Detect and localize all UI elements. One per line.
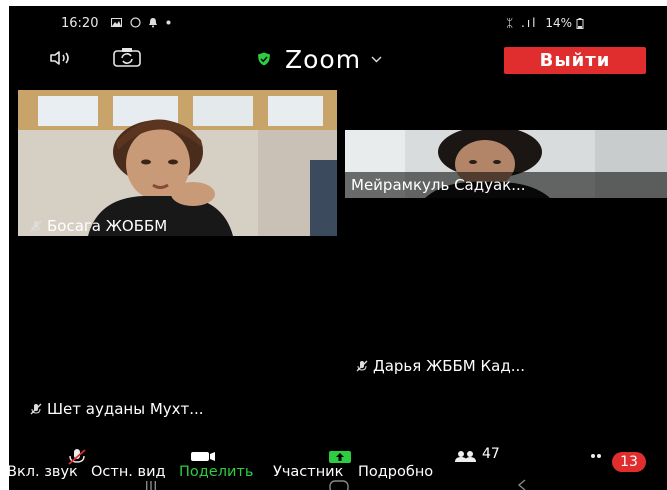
video-tile-1[interactable]: Босага ЖОББМ xyxy=(18,90,337,236)
app-title: Zoom xyxy=(285,44,362,74)
whatsapp-icon xyxy=(129,16,141,28)
participant-name: Босага ЖОББМ xyxy=(47,217,168,235)
gallery-icon xyxy=(111,17,122,27)
home-icon[interactable] xyxy=(329,480,349,490)
status-bar: 16:20 ᛯ .ıl 14% xyxy=(9,6,667,38)
participant-name: Мейрамкуль Садуак... xyxy=(351,176,526,194)
battery-level: 14% xyxy=(545,16,572,30)
participant-name-tag-3[interactable]: Дарья ЖББМ Кад... xyxy=(356,357,525,375)
battery-icon xyxy=(576,18,584,29)
zoom-meeting-screen: 16:20 ᛯ .ıl 14% Zoom Выйти Босага ЖОББМ … xyxy=(9,6,667,490)
back-icon[interactable] xyxy=(517,479,527,490)
participants-icon[interactable] xyxy=(453,449,479,463)
meeting-top-bar: Zoom Выйти xyxy=(9,39,667,79)
participant-name-tag-4[interactable]: Шет ауданы Мухт... xyxy=(30,400,204,418)
chevron-down-icon xyxy=(371,52,382,66)
participant-count: 47 xyxy=(482,446,500,462)
participant-name: Дарья ЖББМ Кад... xyxy=(373,357,526,375)
muted-mic-icon[interactable] xyxy=(65,449,89,465)
notification-icons xyxy=(111,15,171,28)
dot-icon xyxy=(166,20,170,24)
leave-button[interactable]: Выйти xyxy=(504,47,646,74)
bell-icon xyxy=(149,17,157,27)
share-arrow-icon[interactable] xyxy=(328,449,352,463)
speaker-icon[interactable] xyxy=(47,46,79,70)
muted-mic-icon xyxy=(356,360,368,372)
signal-indicator: ᛯ .ıl xyxy=(506,16,538,30)
status-right: ᛯ .ıl 14% xyxy=(506,16,584,30)
participant-name-tag: Мейрамкуль Садуак... xyxy=(351,176,526,194)
shield-icon xyxy=(258,52,270,66)
muted-mic-icon xyxy=(30,220,42,232)
video-tile-2[interactable]: Мейрамкуль Садуак... xyxy=(345,130,667,198)
more-dots-icon[interactable] xyxy=(589,449,609,461)
meeting-title[interactable]: Zoom xyxy=(257,43,382,75)
participant-video-1 xyxy=(18,90,337,236)
status-time: 16:20 xyxy=(61,16,99,31)
participant-name: Шет ауданы Мухт... xyxy=(47,400,204,418)
recent-apps-icon[interactable] xyxy=(145,478,157,490)
muted-mic-icon xyxy=(30,403,42,415)
system-nav-bar xyxy=(9,476,667,490)
meeting-toolbar: 47 13 Вкл. звук Остн. вид Поделить Участ… xyxy=(9,446,667,480)
notification-badge: 13 xyxy=(612,452,646,472)
video-camera-icon[interactable] xyxy=(189,449,217,463)
participant-name-tag: Босага ЖОББМ xyxy=(30,217,167,235)
switch-camera-icon[interactable] xyxy=(111,46,143,70)
